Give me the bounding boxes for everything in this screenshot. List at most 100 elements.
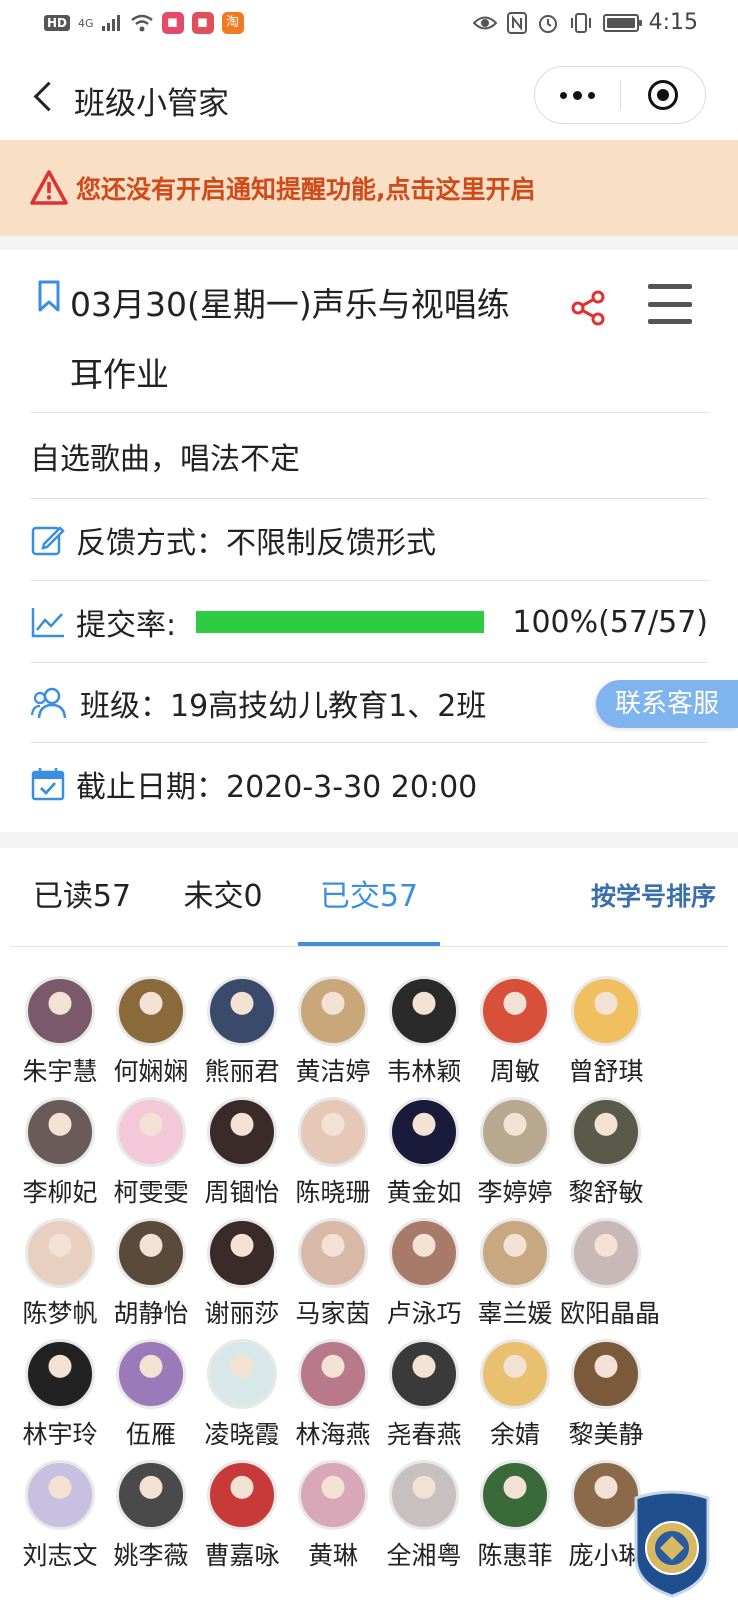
bookmark-icon: [38, 280, 60, 312]
calendar-icon: [31, 768, 65, 801]
student-item[interactable]: 姚李薇: [105, 1460, 197, 1582]
nav-bar: 班级小管家: [0, 52, 738, 140]
student-item[interactable]: 卢泳巧: [378, 1218, 470, 1340]
student-name: 林海燕: [295, 1420, 371, 1449]
student-name: 韦林颖: [386, 1057, 462, 1086]
student-item[interactable]: 伍雁: [105, 1339, 197, 1461]
student-item[interactable]: 周敏: [469, 976, 561, 1098]
avatar: [207, 1218, 277, 1288]
student-name: 余婧: [489, 1420, 540, 1449]
sort-by-id-button[interactable]: 按学号排序: [591, 848, 716, 946]
student-name: 李婷婷: [477, 1178, 553, 1207]
avatar: [480, 976, 550, 1046]
student-item[interactable]: 欧阳晶晶: [560, 1218, 661, 1340]
deadline-row: 截止日期：2020-3-30 20:00: [30, 742, 708, 825]
student-item[interactable]: 黄琳: [287, 1460, 379, 1582]
student-item[interactable]: 黎舒敏: [560, 1097, 652, 1219]
contact-support-button[interactable]: 联系客服: [596, 680, 738, 728]
avatar: [116, 1218, 186, 1288]
student-name: 凌晓霞: [204, 1420, 280, 1449]
student-item[interactable]: 余婧: [469, 1339, 561, 1461]
tab-submitted[interactable]: 已交57: [298, 848, 440, 946]
back-button[interactable]: [24, 76, 64, 116]
notification-banner[interactable]: 您还没有开启通知提醒功能,点击这里开启: [0, 140, 738, 236]
student-item[interactable]: 何娴娴: [105, 976, 197, 1098]
student-item[interactable]: 陈晓珊: [287, 1097, 379, 1219]
close-miniapp-button[interactable]: [621, 80, 706, 110]
section-gap: [0, 832, 738, 848]
student-name: 辜兰媛: [477, 1299, 553, 1328]
avatar: [480, 1339, 550, 1409]
student-item[interactable]: 胡静怡: [105, 1218, 197, 1340]
student-item[interactable]: 李柳妃: [14, 1097, 106, 1219]
lingnan-education-badge: [634, 1490, 710, 1598]
tab-unsubmitted[interactable]: 未交0: [180, 848, 266, 946]
homework-description-row: 自选歌曲，唱法不定: [30, 412, 708, 499]
student-name: 陈晓珊: [295, 1178, 371, 1207]
student-item[interactable]: 曹嘉咏: [196, 1460, 288, 1582]
student-item[interactable]: 周锢怡: [196, 1097, 288, 1219]
share-icon[interactable]: [568, 288, 608, 328]
student-item[interactable]: 朱宇慧: [14, 976, 106, 1098]
homework-card: 03月30(星期一)声乐与视唱练耳作业 自选歌曲，唱法不定 反馈方式：不限制反馈…: [0, 250, 738, 832]
more-button[interactable]: [535, 90, 620, 100]
chart-icon: [31, 608, 64, 638]
student-item[interactable]: 李婷婷: [469, 1097, 561, 1219]
student-name: 伍雁: [125, 1420, 176, 1449]
student-item[interactable]: 辜兰媛: [469, 1218, 561, 1340]
student-item[interactable]: 柯雯雯: [105, 1097, 197, 1219]
student-item[interactable]: 韦林颖: [378, 976, 470, 1098]
student-name: 曹嘉咏: [204, 1541, 280, 1570]
student-name: 朱宇慧: [22, 1057, 98, 1086]
student-name: 陈梦帆: [22, 1299, 98, 1328]
student-item[interactable]: 凌晓霞: [196, 1339, 288, 1461]
student-item[interactable]: 黎美静: [560, 1339, 652, 1461]
student-item[interactable]: 曾舒琪: [560, 976, 652, 1098]
avatar: [480, 1097, 550, 1167]
student-item[interactable]: 陈梦帆: [14, 1218, 106, 1340]
vibrate-icon: [570, 12, 591, 33]
avatar: [25, 1339, 95, 1409]
miniapp-capsule: [534, 66, 706, 124]
student-name: 卢泳巧: [386, 1299, 462, 1328]
student-item[interactable]: 全湘粤: [378, 1460, 470, 1582]
avatar: [25, 1097, 95, 1167]
avatar: [116, 976, 186, 1046]
menu-button[interactable]: [648, 284, 692, 324]
student-name: 熊丽君: [204, 1057, 280, 1086]
student-item[interactable]: 林宇玲: [14, 1339, 106, 1461]
taobao-icon: 淘: [221, 12, 244, 34]
student-item[interactable]: 陈惠菲: [469, 1460, 561, 1582]
tab-read[interactable]: 已读57: [32, 848, 132, 946]
student-item[interactable]: 黄金如: [378, 1097, 470, 1219]
hd-indicator: HD: [44, 15, 71, 31]
homework-description: 自选歌曲，唱法不定: [30, 442, 300, 477]
avatar: [25, 976, 95, 1046]
section-gap: [0, 236, 738, 250]
student-name: 黎美静: [568, 1420, 644, 1449]
rate-progress-fill: [196, 611, 485, 633]
student-item[interactable]: 黄洁婷: [287, 976, 379, 1098]
student-name: 全湘粤: [386, 1541, 462, 1570]
notification-book-icon: ◼: [191, 12, 214, 34]
student-item[interactable]: 尧春燕: [378, 1339, 470, 1461]
student-item[interactable]: 刘志文: [14, 1460, 106, 1582]
avatar: [389, 1339, 459, 1409]
student-item[interactable]: 林海燕: [287, 1339, 379, 1461]
student-item[interactable]: 熊丽君: [196, 976, 288, 1098]
student-name: 欧阳晶晶: [560, 1299, 661, 1328]
student-name: 林宇玲: [22, 1420, 98, 1449]
avatar: [298, 976, 368, 1046]
class-text: 班级：19高技幼儿教育1、2班: [80, 689, 487, 724]
deadline-text: 截止日期：2020-3-30 20:00: [76, 770, 478, 805]
rate-value: 100%(57/57): [512, 604, 708, 640]
student-name: 曾舒琪: [568, 1057, 644, 1086]
student-item[interactable]: 马家茵: [287, 1218, 379, 1340]
alarm-icon: [538, 14, 557, 33]
student-name: 马家茵: [295, 1299, 371, 1328]
clock: 4:15: [648, 10, 698, 35]
avatar: [480, 1460, 550, 1530]
student-item[interactable]: 谢丽莎: [196, 1218, 288, 1340]
target-icon: [647, 80, 678, 110]
avatar: [298, 1218, 368, 1288]
